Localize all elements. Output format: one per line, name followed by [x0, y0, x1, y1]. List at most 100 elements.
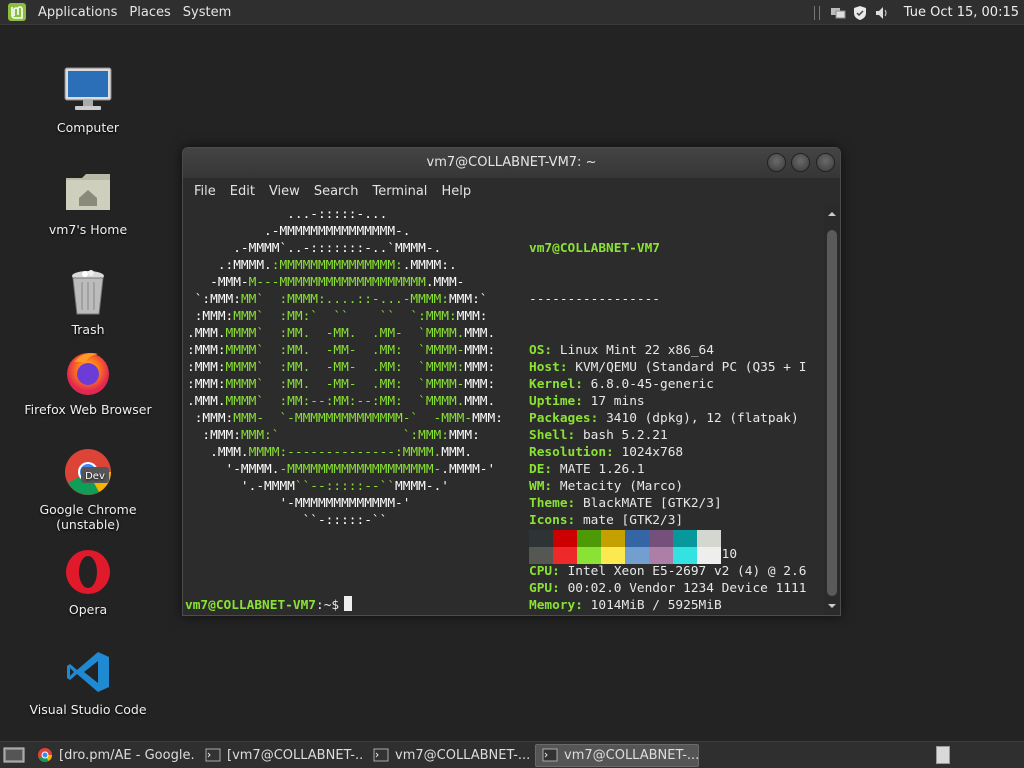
info-line: Memory: 1014MiB / 5925MiB [529, 597, 806, 614]
terminal-scrollbar[interactable] [824, 204, 840, 615]
info-key: Host [529, 360, 560, 375]
ascii-segment: :MMM: [187, 343, 226, 358]
taskbar-button[interactable]: vm7@COLLABNET-... [367, 744, 531, 767]
ascii-line: .-MMMMMMMMMMMMMMM-. [187, 223, 503, 240]
ascii-line: .MMM.MMMM` :MM. -MM. .MM- `MMMM.MMM. [187, 325, 503, 342]
ascii-segment: MMMM` :MM. -MM- .MM: `MMMM: [225, 360, 465, 375]
panel-clock[interactable]: Tue Oct 15, 00:15 [904, 5, 1019, 20]
vscode-icon [62, 646, 114, 698]
scroll-down-icon[interactable] [828, 602, 836, 610]
ascii-segment: MMM:` [448, 292, 488, 307]
taskbar-button-label: vm7@COLLABNET-... [564, 747, 699, 763]
show-desktop-icon[interactable] [3, 746, 25, 764]
menu-view[interactable]: View [262, 184, 307, 199]
minimize-button[interactable] [767, 153, 786, 172]
system-menu[interactable]: System [177, 0, 237, 25]
places-menu[interactable]: Places [123, 0, 176, 25]
ascii-line: ``-:::::-`` [187, 512, 503, 529]
info-line: Packages: 3410 (dpkg), 12 (flatpak) [529, 410, 806, 427]
desktop-icon-opera[interactable]: Opera [13, 546, 163, 617]
ascii-segment: MM` :MMMM:....::-...-MMMM: [240, 292, 449, 307]
info-key: CPU [529, 564, 553, 579]
volume-icon[interactable] [874, 5, 890, 21]
palette-swatch [649, 530, 673, 547]
palette-swatch [649, 547, 673, 564]
ascii-segment: .MMMM:. [402, 258, 457, 273]
info-colon: : [606, 445, 614, 460]
terminal-output[interactable]: ...-:::::-... .-MMMMMMMMMMMMMMM-. .-MMMM… [183, 204, 826, 615]
palette-swatch [673, 530, 697, 547]
terminal-window[interactable]: vm7@COLLABNET-VM7: ~ File Edit View Sear… [182, 147, 841, 616]
desktop-icon-home[interactable]: vm7's Home [13, 166, 163, 237]
ascii-line: `:MMM:MM` :MMMM:....::-...-MMMM:MMM:` [187, 291, 503, 308]
shell-prompt[interactable]: vm7@COLLABNET-VM7:~$ [185, 596, 353, 613]
info-key: Memory [529, 598, 576, 613]
taskbar-button[interactable]: [dro.pm/AE - Google... [31, 744, 195, 767]
info-value: mate [GTK2/3] [582, 513, 684, 528]
scrollbar-thumb[interactable] [827, 230, 837, 596]
menu-terminal[interactable]: Terminal [365, 184, 434, 199]
info-line: Uptime: 17 mins [529, 393, 806, 410]
linux-mint-logo-icon[interactable] [6, 1, 28, 23]
info-key: Shell [529, 428, 568, 443]
info-line: DE: MATE 1.26.1 [529, 461, 806, 478]
desktop-icon-label: Trash [71, 322, 105, 337]
palette-swatch [577, 547, 601, 564]
desktop-icon-google-chrome[interactable]: Dev Google Chrome (unstable) [13, 446, 163, 532]
workspace-switcher[interactable] [936, 746, 950, 764]
prompt-user: vm7@COLLABNET-VM7 [185, 598, 316, 613]
ascii-line: '-MMMM.-MMMMMMMMMMMMMMMMMMM-.MMMM-' [187, 461, 503, 478]
tray-handle[interactable] [813, 5, 820, 20]
menu-help[interactable]: Help [434, 184, 478, 199]
ascii-segment: MMMM` :MM:--:MM:--:MM: `MMMM. [225, 394, 465, 409]
info-colon: : [544, 462, 553, 477]
info-header: vm7@COLLABNET-VM7 [529, 241, 660, 256]
opera-icon [62, 546, 114, 598]
window-titlebar[interactable]: vm7@COLLABNET-VM7: ~ [183, 148, 840, 178]
palette-swatch [625, 547, 649, 564]
ascii-segment: MMM: [472, 411, 503, 426]
ascii-segment: '.-MMMM [187, 479, 295, 494]
info-key: Theme [529, 496, 568, 511]
ascii-segment: MMM. [441, 445, 473, 460]
ascii-segment: MMM. [464, 326, 496, 341]
applications-menu[interactable]: Applications [32, 0, 123, 25]
maximize-button[interactable] [791, 153, 810, 172]
menu-edit[interactable]: Edit [223, 184, 262, 199]
menu-search[interactable]: Search [307, 184, 366, 199]
info-value: 3410 (dpkg), 12 (flatpak) [606, 411, 799, 426]
palette-swatch [553, 530, 577, 547]
ascii-segment: .MMM. [187, 326, 226, 341]
network-icon[interactable] [830, 5, 846, 21]
scroll-up-icon[interactable] [828, 210, 836, 218]
info-line: OS: Linux Mint 22 x86_64 [529, 342, 806, 359]
ascii-segment: M---MMMMMMMMMMMMMMMMMMM [248, 275, 426, 290]
info-key: Icons [529, 513, 568, 528]
ascii-line: ...-:::::-... [187, 206, 503, 223]
ascii-segment: ``-:::::-`` [187, 513, 388, 528]
update-shield-icon[interactable] [852, 5, 868, 21]
desktop-icon-vscode[interactable]: Visual Studio Code [13, 646, 163, 717]
info-key: Uptime [529, 394, 576, 409]
info-colon: : [575, 377, 583, 392]
info-line: Shell: bash 5.2.21 [529, 427, 806, 444]
close-button[interactable] [816, 153, 835, 172]
computer-icon [62, 64, 114, 116]
desktop-icon-computer[interactable]: Computer [13, 64, 163, 135]
home-folder-icon [62, 166, 114, 218]
ascii-segment: ``--:::::--`` [294, 479, 396, 494]
info-colon: : [575, 598, 583, 613]
desktop-icon-firefox[interactable]: Firefox Web Browser [13, 346, 163, 417]
info-line: Theme: BlackMATE [GTK2/3] [529, 495, 806, 512]
ascii-segment: '-MMMM. [187, 462, 280, 477]
info-key: GPU [529, 581, 553, 596]
taskbar-button[interactable]: [vm7@COLLABNET-... [199, 744, 363, 767]
palette-row [529, 547, 721, 564]
desktop-icon-trash[interactable]: Trash [13, 266, 163, 337]
palette-swatch [697, 547, 721, 564]
chrome-dev-icon: Dev [62, 446, 114, 498]
info-colon: : [567, 513, 576, 528]
taskbar-button[interactable]: vm7@COLLABNET-... [535, 743, 699, 767]
menu-file[interactable]: File [187, 184, 223, 199]
ascii-line: '.-MMMM``--:::::--``MMMM-.' [187, 478, 503, 495]
